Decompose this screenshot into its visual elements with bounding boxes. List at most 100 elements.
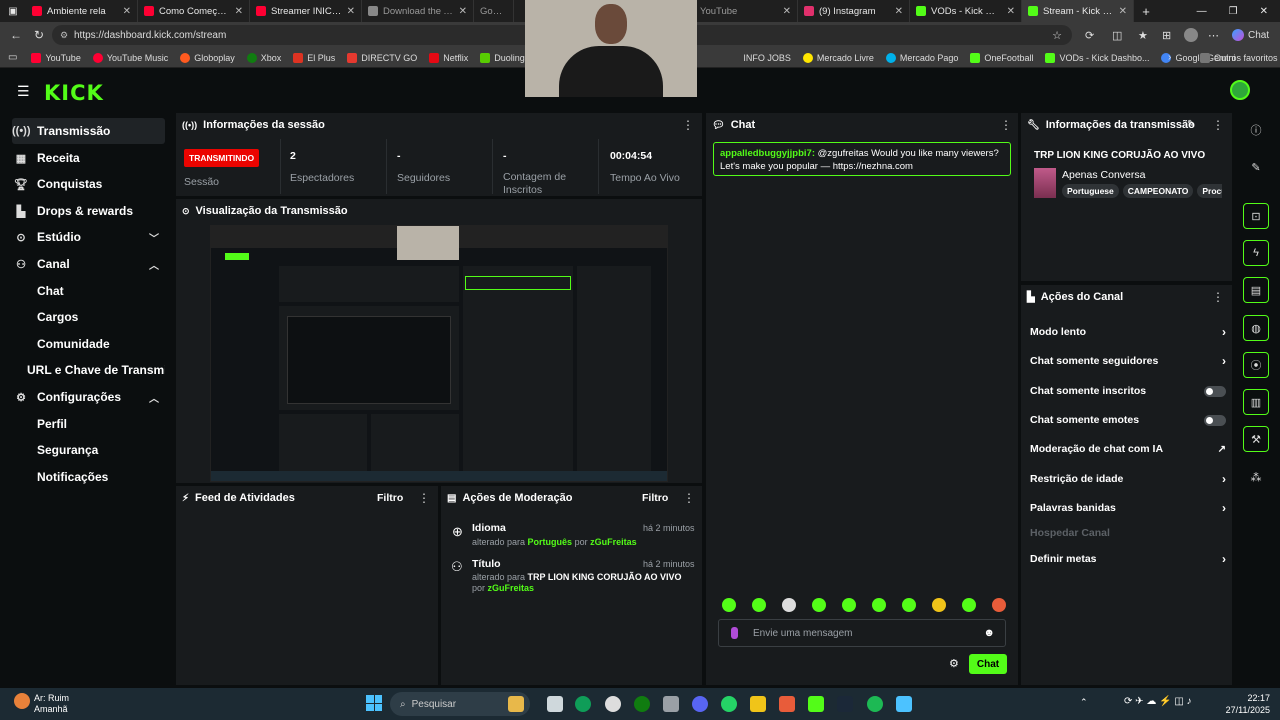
browser-tab[interactable]: Ambiente rela ✕ <box>26 0 138 22</box>
sidebar-item-drops[interactable]: ▙ Drops & rewards <box>12 198 165 224</box>
emote-icon[interactable] <box>752 598 766 612</box>
emote-icon[interactable] <box>782 598 796 612</box>
browser-tab[interactable]: Como Começar a F ✕ <box>138 0 250 22</box>
task-view-icon[interactable] <box>547 696 563 712</box>
collections-icon[interactable]: ⊞ <box>1162 29 1171 42</box>
new-tab-button[interactable]: + <box>1134 4 1158 19</box>
chat-send-button[interactable]: Chat <box>969 654 1007 674</box>
sidebar-item-comunidade[interactable]: Comunidade <box>12 331 165 357</box>
bookmark[interactable]: Mercado Livre <box>797 52 880 63</box>
action-age-restriction[interactable]: Restrição de idade › <box>1030 472 1226 486</box>
chevron-up-icon[interactable]: ︿ <box>149 257 159 272</box>
action-banned-words[interactable]: Palavras banidas › <box>1030 501 1226 515</box>
taskbar-app-icon[interactable] <box>605 696 621 712</box>
action-slow-mode[interactable]: Modo lento › <box>1030 325 1226 339</box>
browser-tab-active[interactable]: Stream - Kick Dashb ✕ <box>1022 0 1134 22</box>
extensions-icon[interactable]: ⟳ <box>1085 29 1094 42</box>
spotify-icon[interactable] <box>867 696 883 712</box>
sidebar-item-notificacoes[interactable]: Notificações <box>12 464 165 490</box>
chat-message-input[interactable]: Envie uma mensagem ☻ <box>718 619 1006 647</box>
browser-tab[interactable]: YouTube ✕ <box>694 0 798 22</box>
info-icon[interactable]: ⓘ <box>1243 117 1269 143</box>
file-explorer-icon[interactable] <box>750 696 766 712</box>
whatsapp-icon[interactable] <box>721 696 737 712</box>
activity-filter-button[interactable]: Filtro <box>377 492 403 504</box>
user-avatar[interactable] <box>1230 80 1250 100</box>
tab-actions-icon[interactable]: ▣ <box>0 0 26 22</box>
emote-icon[interactable] <box>872 598 886 612</box>
edit-icon[interactable]: ✎ <box>1187 119 1195 130</box>
bookmark[interactable]: YouTube Music <box>87 52 174 63</box>
screenshot-icon[interactable]: ⊡ <box>1243 203 1269 229</box>
sidebar-item-chat[interactable]: Chat <box>12 278 165 304</box>
bookmark[interactable]: DIRECTV GO <box>341 52 423 63</box>
copilot-chat-button[interactable]: Chat <box>1232 29 1269 41</box>
reload-icon[interactable]: ↻ <box>34 28 44 42</box>
browser-tab[interactable]: Streamer INICIANT ✕ <box>250 0 362 22</box>
sidebar-item-estudio[interactable]: ⊙ Estúdio ﹀ <box>12 224 165 250</box>
emotes-only-toggle[interactable] <box>1204 415 1226 426</box>
tag[interactable]: Procu <box>1197 184 1222 198</box>
sidebar-item-conquistas[interactable]: 🏆︎ Conquistas <box>12 171 165 197</box>
taskbar-app-icon[interactable] <box>779 696 795 712</box>
sidebar-item-cargos[interactable]: Cargos <box>12 304 165 330</box>
emote-icon[interactable] <box>902 598 916 612</box>
browser-tab[interactable]: Google C <box>474 0 514 22</box>
wrench-icon[interactable]: ⚒ <box>1243 426 1269 452</box>
browser-tab[interactable]: Download the Aith ✕ <box>362 0 474 22</box>
chat-settings-icon[interactable]: ⚙ <box>949 657 959 670</box>
close-icon[interactable]: ✕ <box>1119 6 1127 17</box>
other-favorites[interactable]: Outros favoritos <box>1194 52 1280 63</box>
back-icon[interactable]: ← <box>10 28 22 42</box>
windows-start-icon[interactable] <box>366 695 382 711</box>
broadcast-icon[interactable]: ⦿ <box>1243 352 1269 378</box>
close-icon[interactable]: ✕ <box>783 6 791 17</box>
more-options-icon[interactable]: ⋮ <box>1212 118 1224 132</box>
sidebar-item-url-chave[interactable]: URL e Chave de Transmissã <box>12 357 165 383</box>
bookmark[interactable]: OneFootball <box>964 52 1039 63</box>
chevron-up-icon[interactable]: ︿ <box>149 390 159 405</box>
emote-icon[interactable] <box>962 598 976 612</box>
site-info-icon[interactable]: ⚙ <box>60 30 68 41</box>
emote-icon[interactable] <box>992 598 1006 612</box>
close-icon[interactable]: ✕ <box>347 6 355 17</box>
close-icon[interactable]: ✕ <box>895 6 903 17</box>
action-set-goals[interactable]: Definir metas › <box>1030 552 1226 566</box>
close-icon[interactable]: ✕ <box>459 6 467 17</box>
sidebar-item-transmissao[interactable]: ((•)) Transmissão <box>12 118 165 144</box>
minimize-icon[interactable]: — <box>1197 6 1207 17</box>
close-icon[interactable]: ✕ <box>1007 6 1015 17</box>
bookmark[interactable]: Netflix <box>423 52 474 63</box>
lightning-icon[interactable]: ϟ <box>1243 240 1269 266</box>
more-options-icon[interactable]: ⋮ <box>1000 118 1012 132</box>
more-options-icon[interactable]: ⋮ <box>682 118 694 132</box>
kick-logo[interactable]: KICK <box>44 81 104 105</box>
chevron-down-icon[interactable]: ﹀ <box>149 230 159 245</box>
edge-icon[interactable] <box>575 696 591 712</box>
moderation-filter-button[interactable]: Filtro <box>642 492 668 504</box>
emote-picker-icon[interactable] <box>731 627 738 639</box>
discord-icon[interactable] <box>692 696 708 712</box>
emote-icon[interactable] <box>842 598 856 612</box>
tag[interactable]: CAMPEONATO <box>1122 184 1194 198</box>
chat-username[interactable]: appalledbuggyjjpbi7: <box>720 148 815 159</box>
favorite-star-icon[interactable]: ☆ <box>1052 29 1062 42</box>
favorites-icon[interactable]: ★ <box>1138 29 1148 42</box>
more-options-icon[interactable]: ⋮ <box>418 491 430 505</box>
taskbar-app-icon[interactable] <box>663 696 679 712</box>
bookmark[interactable]: YouTube <box>25 52 86 63</box>
document-icon[interactable]: ▤ <box>1243 277 1269 303</box>
menu-icon[interactable]: ☰ <box>17 83 30 100</box>
sidebar-item-canal[interactable]: ⚇ Canal ︿ <box>12 251 165 277</box>
bookmark[interactable]: Globoplay <box>174 52 241 63</box>
xbox-icon[interactable] <box>634 696 650 712</box>
chat-bubble-icon[interactable]: ◍ <box>1243 315 1269 341</box>
sidebar-item-seguranca[interactable]: Segurança <box>12 437 165 463</box>
apps-icon[interactable]: ▭ <box>0 52 25 63</box>
close-icon[interactable]: ✕ <box>123 6 131 17</box>
chevron-right-icon[interactable]: › <box>1168 52 1171 63</box>
subscribers-only-toggle[interactable] <box>1204 386 1226 397</box>
tag[interactable]: Portuguese <box>1062 184 1119 198</box>
emote-icon[interactable] <box>932 598 946 612</box>
stream-preview-video[interactable] <box>210 225 668 482</box>
